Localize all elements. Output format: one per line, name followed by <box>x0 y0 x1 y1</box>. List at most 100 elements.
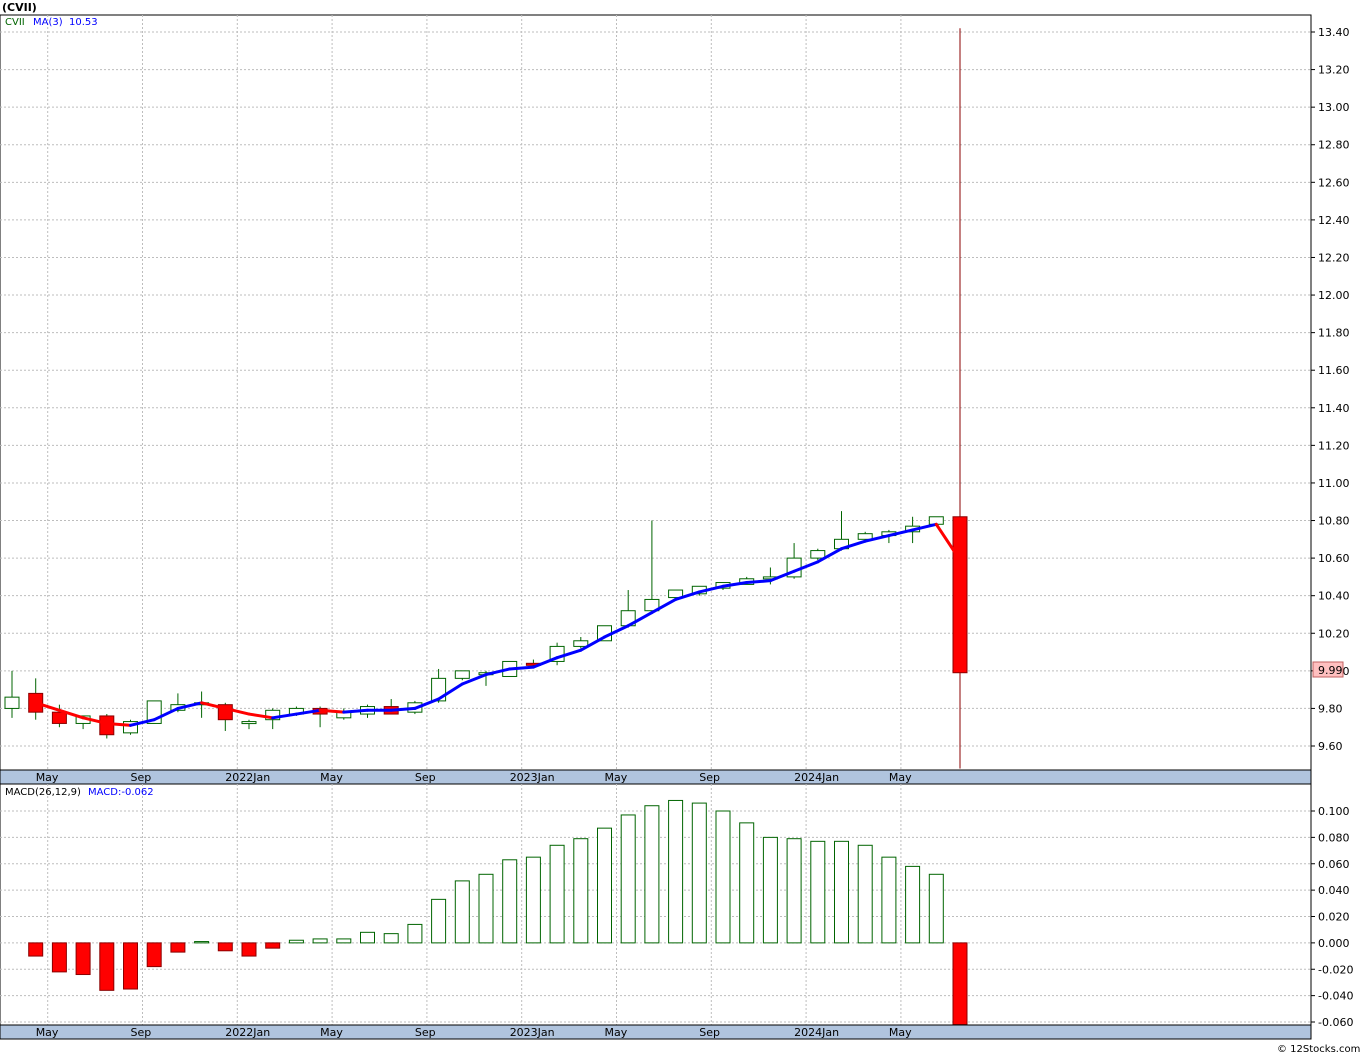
price-y-tick-label: 11.20 <box>1318 439 1350 452</box>
legend-symbol: CVII <box>5 17 25 28</box>
macd-y-tick-label: 0.040 <box>1318 884 1350 897</box>
price-x-tick-label: 2024Jan <box>794 771 839 784</box>
macd-bar-positive <box>597 827 612 944</box>
legend-ma-label: MA(3) <box>33 17 63 28</box>
candle-body-up <box>810 550 826 559</box>
macd-x-axis-bar <box>0 1024 1312 1040</box>
price-y-tick-label: 10.60 <box>1318 552 1350 565</box>
candle-body-up <box>857 533 873 540</box>
macd-bar-negative <box>170 942 186 953</box>
macd-bar-positive <box>288 939 304 944</box>
macd-bar-negative <box>51 942 67 973</box>
macd-bar-positive <box>786 838 802 944</box>
macd-bar-positive <box>668 799 684 944</box>
macd-y-tick-label: 0.100 <box>1318 805 1350 818</box>
price-y-tick-label: 9.80 <box>1318 702 1343 715</box>
macd-x-tick-label: Sep <box>415 1026 436 1039</box>
price-y-tick-label: 12.80 <box>1318 139 1350 152</box>
macd-bar-positive <box>905 865 921 944</box>
ma-segment <box>318 708 346 714</box>
macd-bar-positive <box>857 844 873 944</box>
ma-segment <box>389 706 417 712</box>
price-candle <box>454 670 470 681</box>
price-plot-frame <box>0 14 1312 771</box>
macd-x-tick-label: May <box>605 1026 628 1039</box>
macd-x-tick-label: May <box>36 1026 59 1039</box>
macd-bar-negative <box>146 942 162 968</box>
candle-body-down <box>51 711 67 724</box>
price-y-tick-label: 13.40 <box>1318 26 1350 39</box>
price-y-tick-label: 11.60 <box>1318 364 1350 377</box>
macd-x-tick-label: May <box>889 1026 912 1039</box>
macd-bar-positive <box>928 873 944 944</box>
price-candle <box>549 642 565 666</box>
price-x-tick-label: 2023Jan <box>510 771 555 784</box>
price-y-tick-label: 10.20 <box>1318 627 1350 640</box>
price-x-tick-label: May <box>36 771 59 784</box>
macd-x-tick-label: 2022Jan <box>225 1026 270 1039</box>
price-y-tick-label: 10.80 <box>1318 515 1350 528</box>
macd-bar-negative <box>123 942 138 990</box>
macd-bar-positive <box>312 938 328 944</box>
macd-x-tick-label: May <box>320 1026 343 1039</box>
ma-segment <box>105 721 132 727</box>
macd-bar-positive <box>194 941 210 944</box>
macd-y-tick-label: 0.020 <box>1318 911 1350 924</box>
macd-bar-positive <box>549 844 565 944</box>
ma-segment <box>342 708 369 714</box>
macd-y-tick-label: -0.020 <box>1318 963 1353 976</box>
price-y-tick-label: 12.20 <box>1318 251 1350 264</box>
macd-bar-positive <box>762 836 778 944</box>
macd-bar-positive <box>573 838 589 944</box>
price-x-axis-bar <box>0 769 1312 785</box>
price-y-tick-label: 13.20 <box>1318 64 1350 77</box>
price-y-axis: 13.40 13.20 13.00 12.80 12.60 12.40 12.20 12.00… <box>1311 26 1350 753</box>
candle-body-up <box>454 670 470 679</box>
macd-bar-negative <box>241 942 257 957</box>
price-y-tick-label: 13.00 <box>1318 101 1350 114</box>
price-y-tick-label: 11.80 <box>1318 327 1350 340</box>
last-price-text: 9.99 <box>1318 664 1343 677</box>
last-price-label: 9.99 <box>1312 661 1344 678</box>
macd-bar-negative <box>28 942 44 957</box>
macd-x-tick-label: 2024Jan <box>794 1026 839 1039</box>
macd-bar-positive <box>525 856 541 944</box>
ma-segment <box>508 665 535 671</box>
price-y-tick-label: 12.40 <box>1318 214 1350 227</box>
price-x-tick-label: 2022Jan <box>225 771 270 784</box>
macd-bar-positive <box>644 805 660 944</box>
price-candle <box>123 719 138 735</box>
macd-panel: 0.100 0.080 0.060 0.040 0.020 0.000 -0.020 -0.0… <box>0 783 1353 1040</box>
price-candle <box>99 714 115 739</box>
price-x-tick-label: Sep <box>131 771 152 784</box>
macd-legend-value: MACD:-0.062 <box>88 787 154 798</box>
price-y-tick-label: 11.40 <box>1318 402 1350 415</box>
candle-body-down <box>952 516 968 674</box>
macd-x-tick-label: Sep <box>131 1026 152 1039</box>
price-y-tick-label: 10.40 <box>1318 590 1350 603</box>
chart-title: (CVII) <box>2 1 37 14</box>
price-x-tick-label: May <box>320 771 343 784</box>
macd-bar-positive <box>478 873 494 944</box>
price-y-tick-label: 12.00 <box>1318 289 1350 302</box>
macd-bar-positive <box>834 840 849 944</box>
macd-bar-positive <box>383 933 399 944</box>
macd-title: MACD(26,12,9) <box>5 787 81 798</box>
macd-bar-positive <box>407 923 423 944</box>
macd-bar-positive <box>431 898 447 944</box>
candle-body-up <box>241 721 257 725</box>
ma-segment <box>745 579 772 585</box>
price-y-tick-label: 9.60 <box>1318 740 1343 753</box>
price-x-tick-label: Sep <box>415 771 436 784</box>
copyright-footer: © 12Stocks.com <box>1277 1044 1360 1055</box>
macd-bar-positive <box>739 822 755 944</box>
macd-bar-positive <box>620 814 636 944</box>
macd-y-axis: 0.100 0.080 0.060 0.040 0.020 0.000 -0.020 -0.0… <box>1311 805 1353 1029</box>
macd-bar-negative <box>99 942 115 991</box>
macd-y-tick-label: -0.060 <box>1318 1016 1353 1029</box>
macd-bar-positive <box>691 802 707 944</box>
price-x-tick-label: May <box>889 771 912 784</box>
macd-y-tick-label: 0.060 <box>1318 858 1350 871</box>
macd-x-tick-label: Sep <box>699 1026 720 1039</box>
candle-body-up <box>573 640 589 647</box>
